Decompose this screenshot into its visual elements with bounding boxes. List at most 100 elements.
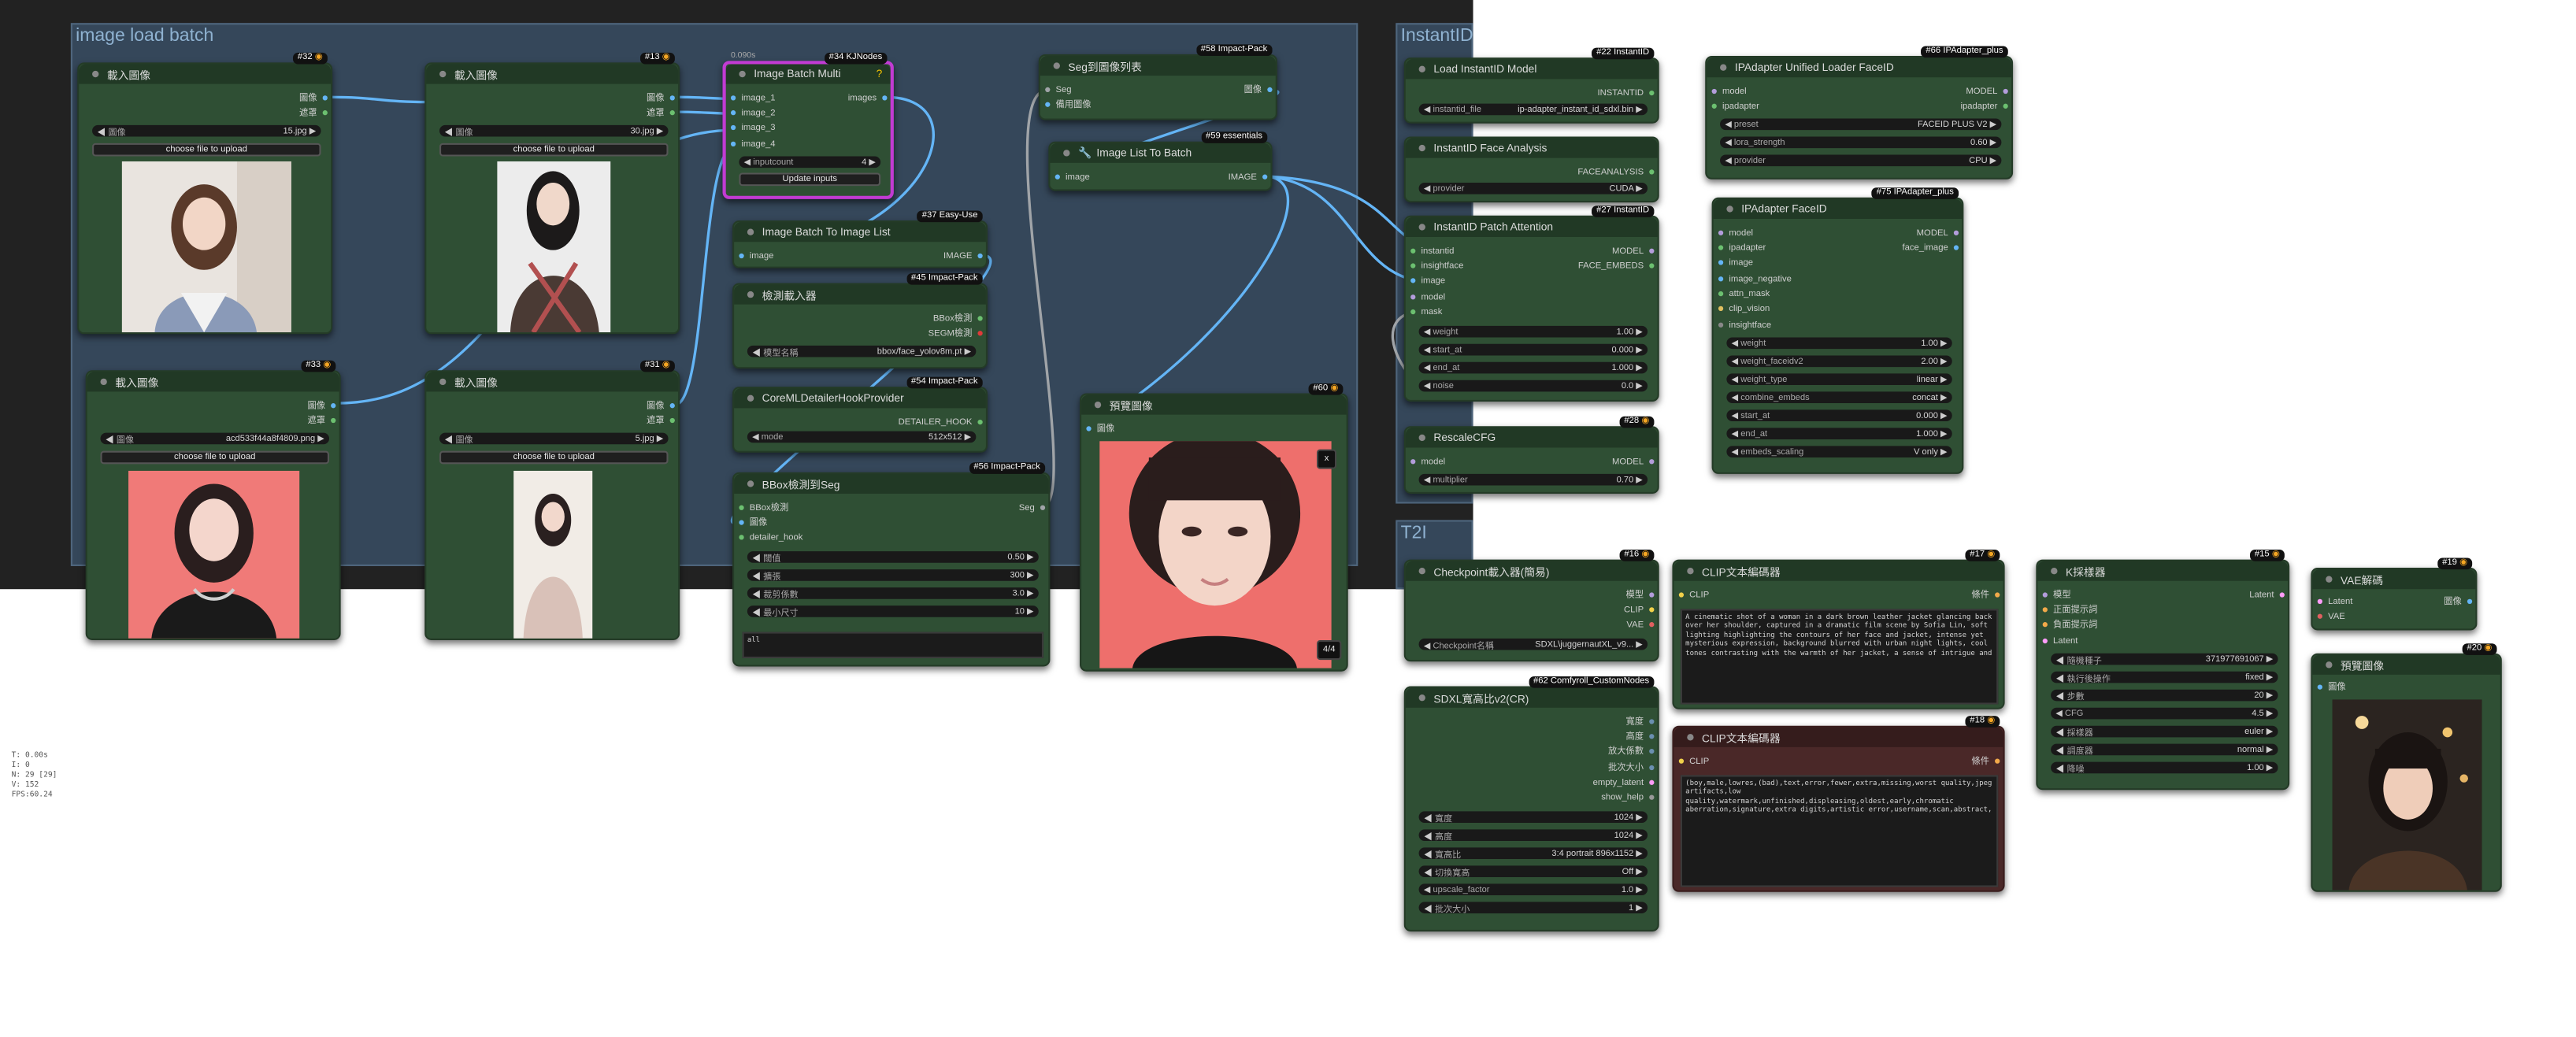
cfg-stepper[interactable]: CFG 4.5	[2051, 707, 2278, 720]
sampler-select[interactable]: 採樣器 euler	[2051, 725, 2278, 738]
node-header[interactable]: 載入圖像	[426, 372, 679, 392]
input-vae[interactable]: VAE	[2319, 612, 2345, 624]
collapse-dot[interactable]	[1418, 434, 1425, 442]
inputcount-stepper[interactable]: inputcount 4	[739, 156, 881, 169]
node-ipadapter-unified-loader-faceid[interactable]: #66 IPAdapter_plus IPAdapter Unified Loa…	[1705, 46, 2014, 180]
input-insightface[interactable]: insightface	[1720, 321, 1771, 333]
collapse-dot[interactable]	[92, 70, 99, 78]
input-seg[interactable]: Seg	[1047, 86, 1072, 98]
prompt-textarea[interactable]: A cinematic shot of a woman in a dark br…	[1680, 609, 1999, 705]
upload-button[interactable]: choose file to upload	[100, 450, 329, 465]
input-image[interactable]: 圖像	[740, 518, 768, 530]
weight-stepper[interactable]: weight 1.00	[1418, 325, 1648, 338]
seed-stepper[interactable]: 隨機種子 371977691067	[2051, 653, 2278, 665]
input-image[interactable]: image	[1720, 258, 1753, 270]
node-image-list-to-batch[interactable]: #59 essentials 🔧 Image List To Batch imag…	[1048, 131, 1273, 191]
negative-prompt-textarea[interactable]: (boy,male,lowres,(bad),text,error,fewer,…	[1680, 775, 1999, 887]
node-header[interactable]: Seg到圖像列表	[1040, 56, 1276, 76]
dilation-stepper[interactable]: 擴張 300	[747, 569, 1039, 582]
node-header[interactable]: IPAdapter FaceID	[1713, 198, 1963, 219]
image-select[interactable]: 圖像 5.jpg	[439, 432, 669, 445]
node-header[interactable]: 載入圖像	[87, 372, 339, 392]
node-header[interactable]: 預覽圖像	[2312, 654, 2500, 675]
node-header[interactable]: InstantID Face Analysis	[1405, 138, 1658, 158]
node-vae-decode[interactable]: #19 VAE解碼 Latent VAE 圖像	[2311, 557, 2478, 631]
output-image[interactable]: 圖像	[2444, 598, 2470, 609]
node-image-batch-multi[interactable]: #34 KJNodes 0.090s Image Batch Multi? im…	[722, 51, 894, 199]
output-empty-latent[interactable]: empty_latent	[1593, 779, 1653, 791]
output-image[interactable]: 圖像	[307, 402, 334, 413]
input-positive[interactable]: 正面提示詞	[2044, 606, 2097, 617]
collapse-dot[interactable]	[439, 70, 447, 78]
output-image[interactable]: 圖像	[1244, 86, 1271, 98]
weight-stepper[interactable]: weight 1.00	[1726, 337, 1952, 350]
output-images[interactable]: images	[848, 94, 886, 106]
upload-button[interactable]: choose file to upload	[439, 143, 669, 157]
collapse-dot[interactable]	[100, 378, 107, 386]
input-latent[interactable]: Latent	[2319, 598, 2352, 609]
min-size-stepper[interactable]: 最小尺寸 10	[747, 606, 1039, 618]
collapse-dot[interactable]	[1418, 568, 1425, 575]
node-load-instantid-model[interactable]: #22 InstantID Load InstantID Model INSTA…	[1403, 47, 1659, 124]
output-height[interactable]: 高度	[1626, 732, 1653, 744]
output-mask[interactable]: 遮罩	[647, 417, 673, 428]
embeds-scaling-select[interactable]: embeds_scaling V only	[1726, 446, 1952, 458]
crop-factor-stepper[interactable]: 裁剪係數 3.0	[747, 587, 1039, 600]
comfyui-canvas[interactable]: image load batch InstantID T2I #32 載入圖像 …	[0, 0, 2576, 1037]
input-image[interactable]: 圖像	[2319, 683, 2346, 694]
help-icon[interactable]: ?	[877, 69, 883, 80]
start-at-stepper[interactable]: start_at 0.000	[1418, 343, 1648, 356]
labels-textarea[interactable]: all	[742, 631, 1044, 658]
node-header[interactable]: CLIP文本編碼器	[1673, 561, 2003, 581]
input-image[interactable]: image	[740, 252, 774, 264]
output-image[interactable]: IMAGE	[1229, 172, 1266, 184]
output-model[interactable]: MODEL	[1917, 229, 1957, 241]
node-rescale-cfg[interactable]: #28 RescaleCFG model MODEL multiplier 0.7…	[1403, 416, 1659, 494]
output-mask[interactable]: 遮罩	[299, 109, 326, 120]
node-clip-text-encode-positive[interactable]: #17 CLIP文本編碼器 CLIP 條件 A cinematic shot o…	[1672, 550, 2005, 709]
input-model[interactable]: 模型	[2044, 591, 2071, 602]
checkpoint-name-select[interactable]: Checkpoint名稱 SDXL\juggernautXL_v9...	[1418, 638, 1648, 651]
collapse-dot[interactable]	[2051, 568, 2058, 575]
output-instantid[interactable]: INSTANTID	[1597, 89, 1652, 101]
output-mask[interactable]: 遮罩	[307, 417, 334, 428]
node-preview-image-20[interactable]: #20 預覽圖像 圖像	[2311, 643, 2502, 892]
node-header[interactable]: Checkpoint載入器(簡易)	[1405, 561, 1658, 581]
output-image[interactable]: 圖像	[299, 94, 326, 106]
update-inputs-button[interactable]: Update inputs	[739, 172, 881, 187]
node-header[interactable]: 預覽圖像	[1081, 394, 1347, 415]
output-latent[interactable]: Latent	[2249, 591, 2283, 602]
collapse-dot[interactable]	[1687, 568, 1694, 575]
node-load-image-32[interactable]: #32 載入圖像 圖像 遮罩 圖像 15.jpg choose file to u…	[77, 52, 333, 335]
node-clip-text-encode-negative[interactable]: #18 CLIP文本編碼器 CLIP 條件 (boy,male,lowres,(…	[1672, 716, 2005, 892]
node-header[interactable]: K採樣器	[2037, 561, 2289, 581]
input-model[interactable]: model	[1720, 229, 1753, 241]
collapse-dot[interactable]	[2326, 661, 2333, 668]
node-header[interactable]: BBox檢測到Seg	[734, 473, 1049, 494]
input-negative[interactable]: 負面提示詞	[2044, 620, 2097, 632]
output-show-help[interactable]: show_help	[1601, 793, 1652, 805]
output-model[interactable]: MODEL	[1966, 87, 2006, 99]
output-vae[interactable]: VAE	[1626, 620, 1652, 632]
collapse-dot[interactable]	[439, 378, 447, 386]
input-clip[interactable]: CLIP	[1681, 591, 1709, 602]
node-bbox-to-seg[interactable]: #56 Impact-Pack BBox檢測到Seg BBox檢測 圖像 det…	[732, 462, 1051, 667]
output-image[interactable]: 圖像	[647, 402, 673, 413]
end-at-stepper[interactable]: end_at 1.000	[1726, 428, 1952, 440]
input-insightface[interactable]: insightface	[1412, 261, 1463, 273]
node-sdxl-aspect-ratio[interactable]: #62 Comfyroll_CustomNodes SDXL寬高比v2(CR) …	[1403, 676, 1659, 931]
height-stepper[interactable]: 高度 1024	[1418, 829, 1648, 842]
input-ipadapter[interactable]: ipadapter	[1720, 243, 1766, 255]
node-load-image-33[interactable]: #33 載入圖像 圖像 遮罩 圖像 acd533f44a8f4809.png ch…	[85, 360, 341, 641]
width-stepper[interactable]: 寬度 1024	[1418, 811, 1648, 824]
upload-button[interactable]: choose file to upload	[92, 143, 321, 157]
model-name-select[interactable]: 模型名稱 bbox/face_yolov8m.pt	[747, 345, 977, 358]
input-attn-mask[interactable]: attn_mask	[1720, 290, 1770, 302]
weight-type-select[interactable]: weight_type linear	[1726, 373, 1952, 386]
input-image-1[interactable]: image_1	[732, 94, 775, 106]
image-select[interactable]: 圖像 30.jpg	[439, 124, 669, 138]
steps-stepper[interactable]: 步數 20	[2051, 689, 2278, 702]
node-instantid-patch-attention[interactable]: #27 InstantID InstantID Patch Attention …	[1403, 206, 1659, 402]
input-bbox-detector[interactable]: BBox檢測	[740, 504, 788, 516]
output-clip[interactable]: CLIP	[1624, 606, 1652, 617]
